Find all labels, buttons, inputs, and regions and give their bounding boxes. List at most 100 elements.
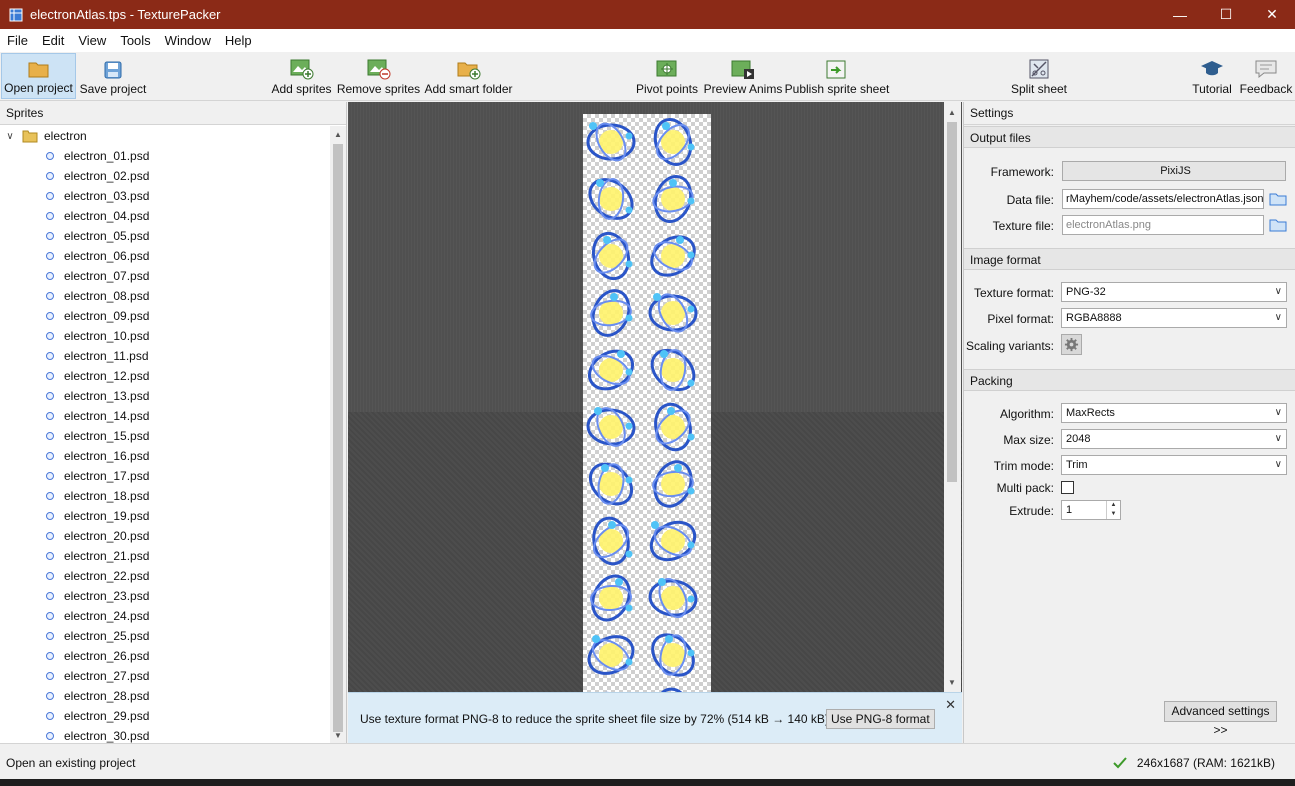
sprite-list-item[interactable]: electron_18.psd bbox=[0, 486, 331, 506]
menu-help[interactable]: Help bbox=[218, 33, 259, 48]
split-sheet-label: Split sheet bbox=[1010, 82, 1068, 96]
sprite-list-item[interactable]: electron_24.psd bbox=[0, 606, 331, 626]
sprite-list-item[interactable]: electron_30.psd bbox=[0, 726, 331, 743]
menu-file[interactable]: File bbox=[0, 33, 35, 48]
menu-tools[interactable]: Tools bbox=[113, 33, 157, 48]
chevron-down-icon[interactable]: ∨ bbox=[0, 131, 20, 142]
sprite-list-item[interactable]: electron_17.psd bbox=[0, 466, 331, 486]
texture-format-select[interactable]: PNG-32 ∨ bbox=[1061, 282, 1287, 302]
sprite-list-item[interactable]: electron_15.psd bbox=[0, 426, 331, 446]
trim-mode-select[interactable]: Trim ∨ bbox=[1061, 455, 1287, 475]
tree-folder-electron[interactable]: ∨ electron bbox=[0, 126, 331, 146]
sprite-sheet-preview[interactable] bbox=[348, 102, 962, 692]
sprite-list-item[interactable]: electron_19.psd bbox=[0, 506, 331, 526]
sprite-item-label: electron_24.psd bbox=[64, 609, 150, 623]
feedback-icon bbox=[1255, 60, 1277, 79]
close-notification-icon[interactable]: ✕ bbox=[945, 697, 956, 713]
add-smart-folder-button[interactable]: Add smart folder bbox=[424, 53, 513, 99]
sprite-item-label: electron_30.psd bbox=[64, 729, 150, 743]
open-project-button[interactable]: Open project bbox=[1, 53, 76, 99]
sprite-list-item[interactable]: electron_16.psd bbox=[0, 446, 331, 466]
settings-panel: Settings Output files Framework: PixiJS … bbox=[963, 102, 1295, 743]
menu-edit[interactable]: Edit bbox=[35, 33, 71, 48]
preview-scroll-up-icon[interactable]: ▲ bbox=[944, 104, 960, 120]
sprite-list-item[interactable]: electron_23.psd bbox=[0, 586, 331, 606]
remove-sprites-button[interactable]: Remove sprites bbox=[336, 53, 421, 99]
menu-view[interactable]: View bbox=[71, 33, 113, 48]
sprites-scrollbar[interactable]: ▲ ▼ bbox=[330, 126, 346, 743]
pixel-format-select[interactable]: RGBA8888 ∨ bbox=[1061, 308, 1287, 328]
output-files-header[interactable]: Output files bbox=[964, 126, 1295, 148]
browse-texture-file-icon[interactable] bbox=[1269, 217, 1287, 233]
maximize-button[interactable]: ☐ bbox=[1203, 0, 1249, 29]
sprite-list-item[interactable]: electron_26.psd bbox=[0, 646, 331, 666]
extrude-spinbox[interactable]: 1 ▲ ▼ bbox=[1061, 500, 1121, 520]
tutorial-button[interactable]: Tutorial bbox=[1191, 53, 1233, 99]
electron-sprite bbox=[588, 178, 634, 220]
data-file-input[interactable]: rMayhem/code/assets/electronAtlas.json bbox=[1062, 189, 1264, 209]
menu-window[interactable]: Window bbox=[158, 33, 218, 48]
preview-anims-button[interactable]: Preview Anims bbox=[704, 53, 782, 99]
advanced-settings-button[interactable]: Advanced settings >> bbox=[1164, 701, 1277, 737]
electron-sprite bbox=[586, 122, 636, 162]
multi-pack-checkbox[interactable] bbox=[1061, 481, 1074, 494]
sprite-list-item[interactable]: electron_09.psd bbox=[0, 306, 331, 326]
texture-file-input[interactable]: electronAtlas.png bbox=[1062, 215, 1264, 235]
sprite-list-item[interactable]: electron_28.psd bbox=[0, 686, 331, 706]
electron-sprite bbox=[590, 574, 633, 622]
algorithm-select[interactable]: MaxRects ∨ bbox=[1061, 403, 1287, 423]
publish-sprite-sheet-button[interactable]: Publish sprite sheet bbox=[785, 53, 889, 99]
sprite-list-item[interactable]: electron_27.psd bbox=[0, 666, 331, 686]
use-png8-button[interactable]: Use PNG-8 format bbox=[826, 709, 935, 729]
trim-mode-label: Trim mode: bbox=[993, 459, 1054, 473]
sprite-list-item[interactable]: electron_14.psd bbox=[0, 406, 331, 426]
framework-button[interactable]: PixiJS bbox=[1062, 161, 1286, 181]
sprite-list-item[interactable]: electron_21.psd bbox=[0, 546, 331, 566]
split-sheet-button[interactable]: Split sheet bbox=[1011, 53, 1067, 99]
spin-arrows-icon[interactable]: ▲ ▼ bbox=[1106, 501, 1120, 519]
preview-scroll-thumb[interactable] bbox=[947, 122, 957, 482]
sprite-list-item[interactable]: electron_03.psd bbox=[0, 186, 331, 206]
sprite-list-item[interactable]: electron_04.psd bbox=[0, 206, 331, 226]
sprite-list-item[interactable]: electron_22.psd bbox=[0, 566, 331, 586]
save-project-button[interactable]: Save project bbox=[80, 53, 146, 99]
max-size-label: Max size: bbox=[1003, 433, 1054, 447]
sprite-list-item[interactable]: electron_11.psd bbox=[0, 346, 331, 366]
minimize-button[interactable]: — bbox=[1157, 0, 1203, 29]
close-window-button[interactable]: ✕ bbox=[1249, 0, 1295, 29]
status-info: 246x1687 (RAM: 1621kB) bbox=[1113, 756, 1275, 770]
electron-sprite bbox=[590, 289, 633, 337]
electron-sprite bbox=[651, 633, 695, 677]
sprite-list-item[interactable]: electron_25.psd bbox=[0, 626, 331, 646]
sprite-list-item[interactable]: electron_12.psd bbox=[0, 366, 331, 386]
max-size-select[interactable]: 2048 ∨ bbox=[1061, 429, 1287, 449]
sprite-thumbnail-icon bbox=[46, 292, 54, 300]
sprite-item-label: electron_25.psd bbox=[64, 629, 150, 643]
feedback-button[interactable]: Feedback bbox=[1240, 53, 1292, 99]
scroll-up-arrow-icon[interactable]: ▲ bbox=[330, 126, 346, 142]
sprite-list-item[interactable]: electron_06.psd bbox=[0, 246, 331, 266]
sprite-list-item[interactable]: electron_02.psd bbox=[0, 166, 331, 186]
menu-bar: File Edit View Tools Window Help bbox=[0, 29, 1295, 52]
pivot-points-button[interactable]: Pivot points bbox=[636, 53, 698, 99]
sprite-list-item[interactable]: electron_07.psd bbox=[0, 266, 331, 286]
sprite-list-item[interactable]: electron_05.psd bbox=[0, 226, 331, 246]
preview-scroll-down-icon[interactable]: ▼ bbox=[944, 674, 960, 690]
add-sprites-button[interactable]: Add sprites bbox=[271, 53, 332, 99]
scaling-variants-button[interactable] bbox=[1061, 334, 1082, 355]
sprite-list-item[interactable]: electron_08.psd bbox=[0, 286, 331, 306]
scroll-thumb[interactable] bbox=[333, 144, 343, 732]
sprite-list-item[interactable]: electron_10.psd bbox=[0, 326, 331, 346]
sprite-list-item[interactable]: electron_01.psd bbox=[0, 146, 331, 166]
sprite-list-item[interactable]: electron_20.psd bbox=[0, 526, 331, 546]
remove-sprites-label: Remove sprites bbox=[336, 82, 421, 96]
sprite-list-item[interactable]: electron_13.psd bbox=[0, 386, 331, 406]
packing-header[interactable]: Packing bbox=[964, 369, 1295, 391]
image-format-header[interactable]: Image format bbox=[964, 248, 1295, 270]
browse-data-file-icon[interactable] bbox=[1269, 191, 1287, 207]
scroll-down-arrow-icon[interactable]: ▼ bbox=[330, 727, 346, 743]
data-file-label: Data file: bbox=[1006, 193, 1054, 207]
sprite-list-item[interactable]: electron_29.psd bbox=[0, 706, 331, 726]
preview-scrollbar[interactable]: ▲ ▼ bbox=[944, 102, 961, 692]
add-sprites-icon bbox=[290, 59, 313, 80]
